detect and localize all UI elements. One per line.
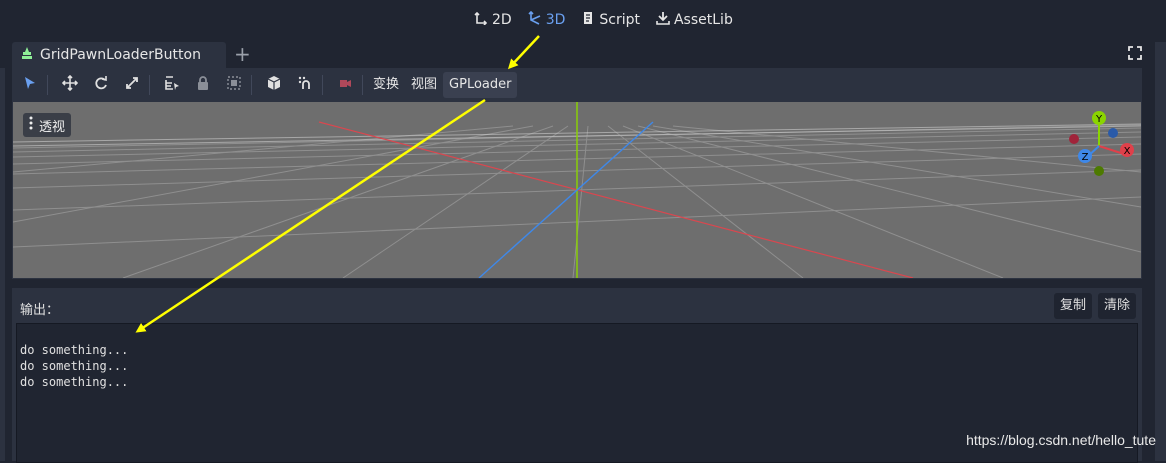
kebab-menu-icon <box>29 116 33 134</box>
add-tab-button[interactable]: + <box>234 43 251 65</box>
gizmo-z-label: Z <box>1082 152 1089 163</box>
group-button[interactable] <box>221 72 247 98</box>
lock-icon <box>195 75 211 95</box>
mode-script-button[interactable]: Script <box>581 11 640 29</box>
x-axis-line <box>318 121 914 278</box>
spatial-toolbar: 变换 视图 GPLoader <box>12 68 1142 102</box>
move-tool-button[interactable] <box>57 72 83 98</box>
mode-2d-label: 2D <box>492 12 512 28</box>
group-icon <box>226 75 242 95</box>
lock-button[interactable] <box>190 72 216 98</box>
view-menu[interactable]: 视图 <box>405 72 443 98</box>
mode-3d-button[interactable]: 3D <box>528 10 566 29</box>
main-screen-switcher: 2D 3D Script AssetLib <box>474 10 733 29</box>
mode-assetlib-button[interactable]: AssetLib <box>656 11 733 29</box>
z-axis-line <box>478 121 654 278</box>
right-dock-edge <box>1155 42 1166 461</box>
scale-icon <box>124 75 140 95</box>
distraction-free-icon[interactable] <box>1128 46 1142 60</box>
viewport-panel: 变换 视图 GPLoader Y X Z 透视 <box>12 68 1142 279</box>
perspective-label: 透视 <box>39 119 66 135</box>
select-tool-button[interactable] <box>17 72 43 98</box>
gizmo-y-label: Y <box>1095 114 1103 125</box>
toolbar-separator <box>47 75 48 95</box>
cursor-icon <box>22 75 38 95</box>
rotate-icon <box>93 75 109 95</box>
viewport-grid: Y X Z <box>13 102 1141 278</box>
2d-icon <box>474 11 488 29</box>
local-space-button[interactable] <box>261 72 287 98</box>
preview-camera-button[interactable] <box>332 72 358 98</box>
toolbar-separator <box>322 75 323 95</box>
copy-button[interactable]: 复制 <box>1054 293 1093 319</box>
mode-3d-label: 3D <box>545 12 566 28</box>
rotate-tool-button[interactable] <box>88 72 114 98</box>
scene-tab[interactable]: GridPawnLoaderButton <box>12 42 226 68</box>
scale-tool-button[interactable] <box>119 72 145 98</box>
output-title: 输出： <box>20 303 60 318</box>
toolbar-separator <box>251 75 252 95</box>
mode-2d-button[interactable]: 2D <box>474 11 512 29</box>
move-icon <box>61 74 79 95</box>
toolbar-separator <box>362 75 363 95</box>
scene-tab-label: GridPawnLoaderButton <box>40 47 201 63</box>
assetlib-icon <box>656 11 670 29</box>
editor-topbar: 2D 3D Script AssetLib <box>0 0 1166 40</box>
snap-button[interactable] <box>292 72 318 98</box>
log-line: do something... <box>20 343 129 357</box>
3d-icon <box>528 10 542 29</box>
list-select-icon <box>164 75 180 95</box>
3d-viewport[interactable]: Y X Z 透视 <box>13 102 1141 278</box>
log-line: do something... <box>20 359 129 373</box>
snap-icon <box>297 75 313 95</box>
cube-icon <box>266 75 282 95</box>
clear-button[interactable]: 清除 <box>1098 293 1137 319</box>
perspective-menu-button[interactable]: 透视 <box>23 113 72 137</box>
gizmo-x-label: X <box>1124 146 1131 157</box>
script-icon <box>581 11 595 29</box>
list-select-button[interactable] <box>159 72 185 98</box>
mode-script-label: Script <box>599 12 640 28</box>
log-line: do something... <box>20 375 129 389</box>
toolbar-separator <box>149 75 150 95</box>
left-dock-edge <box>0 68 5 461</box>
watermark-text: https://blog.csdn.net/hello_tute <box>966 432 1156 448</box>
mode-assetlib-label: AssetLib <box>673 12 733 28</box>
camera-icon <box>337 75 353 95</box>
node-icon <box>20 46 34 64</box>
scene-tabbar: GridPawnLoaderButton + <box>12 42 1142 68</box>
transform-menu[interactable]: 变换 <box>367 72 405 98</box>
gploader-menu[interactable]: GPLoader <box>443 72 518 98</box>
